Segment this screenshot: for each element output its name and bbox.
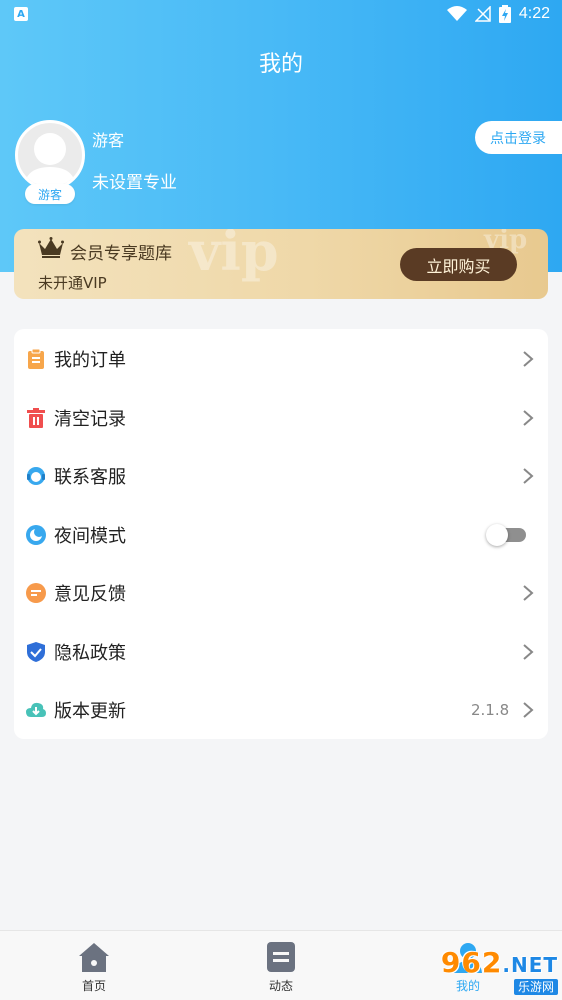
no-signal-icon [474,6,491,22]
menu-item-label: 隐私政策 [54,643,126,664]
avatar-block[interactable]: 游客 [15,120,85,204]
menu-item-label: 我的订单 [54,350,126,371]
menu-item-orders[interactable]: 我的订单 [14,330,548,388]
chevron-right-icon [523,702,534,718]
night-mode-icon [26,525,46,545]
version-number: 2.1.8 [471,701,510,719]
notification-a-icon: A [14,7,28,21]
avatar[interactable] [15,120,85,190]
user-major[interactable]: 未设置专业 [92,168,177,193]
watermark-suffix: .NET [502,953,558,977]
login-button[interactable]: 点击登录 [475,121,562,154]
buy-now-button[interactable]: 立即购买 [400,248,517,281]
nav-label: 动态 [268,979,293,993]
menu-card: 我的订单 清空记录 联系客服 夜间模式 意见反馈 隐私政策 版本更新 2.1.8 [14,329,548,739]
vip-watermark: vip [189,229,279,283]
wifi-icon [446,6,467,21]
menu-item-privacy-policy[interactable]: 隐私政策 [14,623,548,681]
guest-badge: 游客 [25,184,75,204]
night-mode-toggle[interactable] [486,524,528,546]
chevron-right-icon [523,644,534,660]
menu-item-label: 清空记录 [54,409,126,430]
menu-item-label: 联系客服 [54,467,126,488]
status-time: 4:22 [518,5,550,22]
page-title: 我的 [258,52,303,77]
chevron-right-icon [523,410,534,426]
feedback-icon [26,583,46,603]
menu-item-customer-service[interactable]: 联系客服 [14,447,548,505]
nav-home[interactable]: 首页 [34,931,154,1000]
vip-title: 会员专享题库 [70,244,172,264]
nav-news[interactable]: 动态 [221,931,341,1000]
battery-charging-icon [498,5,511,23]
chevron-right-icon [523,351,534,367]
order-icon [26,349,46,369]
default-user-icon [24,133,76,187]
trash-icon [26,408,46,428]
toggle-knob [486,524,508,546]
vip-status: 未开通VIP [38,274,107,292]
site-watermark: 962.NET 乐游网 [420,948,558,996]
menu-item-feedback[interactable]: 意见反馈 [14,564,548,622]
watermark-number: 962 [440,946,503,979]
menu-item-label: 意见反馈 [54,584,126,605]
chevron-right-icon [523,585,534,601]
menu-item-night-mode: 夜间模式 [14,506,548,564]
cloud-update-icon [26,700,46,720]
menu-item-label: 夜间模式 [54,526,126,547]
news-icon [267,942,295,972]
menu-item-clear-history[interactable]: 清空记录 [14,389,548,447]
vip-card[interactable]: vip vip 会员专享题库 未开通VIP 立即购买 [14,229,548,299]
watermark-subtitle: 乐游网 [513,979,558,995]
home-icon [79,943,109,972]
status-bar: A 4:22 [0,0,562,28]
chevron-right-icon [523,468,534,484]
user-name: 游客 [92,131,125,150]
watermark-brand-line: 962.NET [441,949,558,979]
menu-item-version-update[interactable]: 版本更新 2.1.8 [14,681,548,739]
crown-icon [38,237,64,258]
privacy-shield-icon [26,642,46,662]
nav-label: 首页 [81,979,106,993]
customer-service-icon [26,466,46,486]
menu-item-label: 版本更新 [54,701,126,722]
